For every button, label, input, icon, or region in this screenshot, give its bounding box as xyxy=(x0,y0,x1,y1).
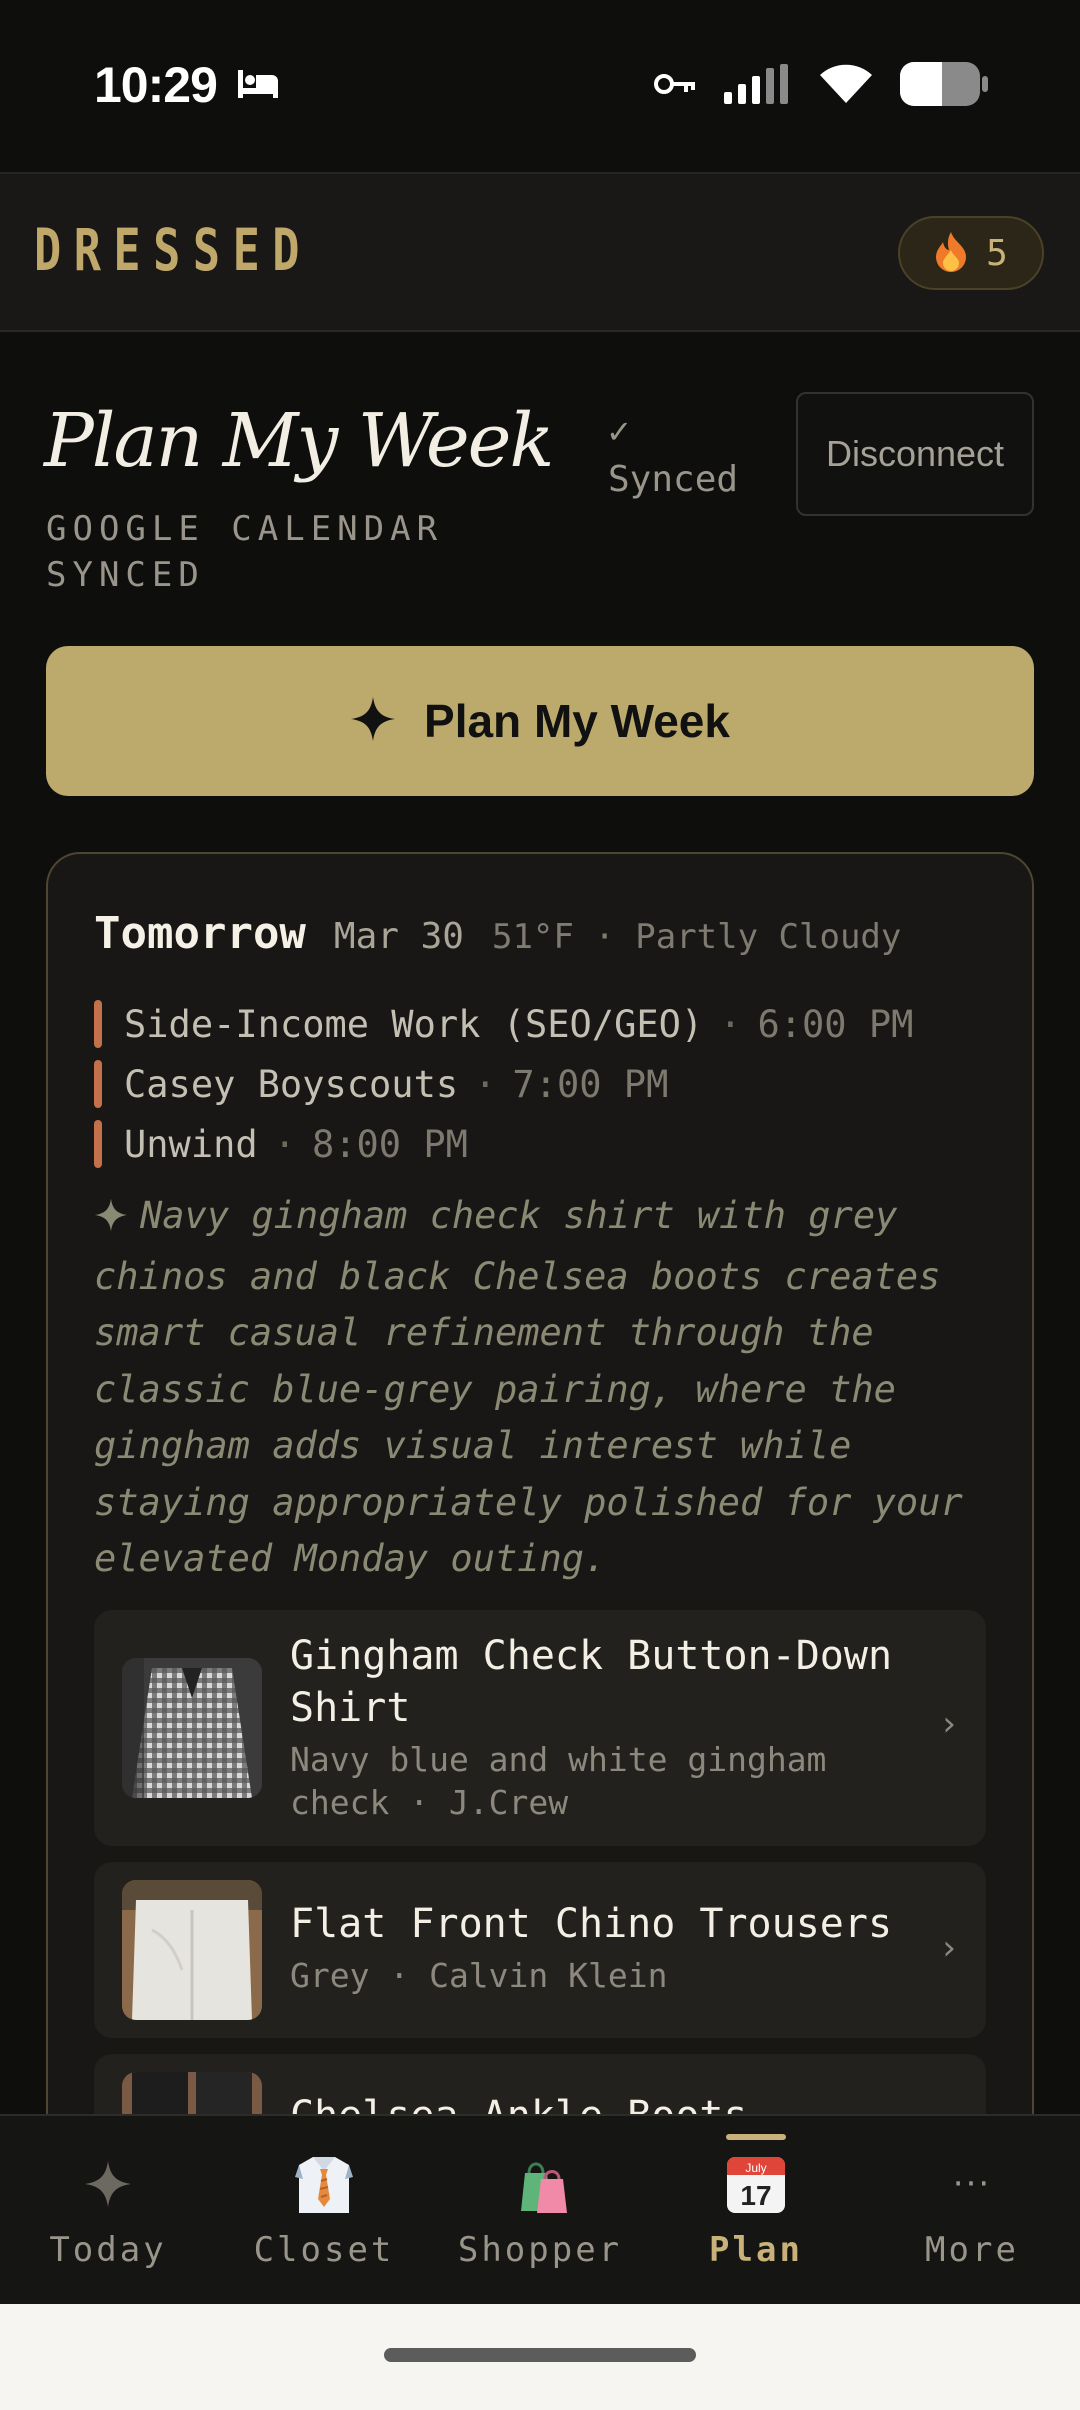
day-date: Mar 30 xyxy=(333,916,464,957)
bed-icon xyxy=(236,68,280,104)
event-title: Side-Income Work (SEO/GEO) xyxy=(124,1002,704,1046)
nav-today[interactable]: Today xyxy=(0,2116,216,2306)
item-meta: Grey · Calvin Klein xyxy=(290,1956,668,1995)
more-dots-icon: ··· xyxy=(952,2164,992,2204)
system-home-bar xyxy=(0,2304,1080,2410)
streak-badge[interactable]: 5 xyxy=(898,216,1044,290)
outfit-rationale: Navy gingham check shirt with grey chino… xyxy=(94,1188,994,1588)
calendar-status-subtitle: GOOGLE CALENDAR SYNCED xyxy=(46,509,444,595)
status-bar: 10:29 xyxy=(0,0,1080,172)
event-time: 7:00 PM xyxy=(512,1062,669,1106)
calendar-icon-month: July xyxy=(745,2161,766,2175)
outfit-item-shirt[interactable]: Gingham Check Button-Down Shirt Navy blu… xyxy=(94,1610,986,1846)
plan-my-week-button[interactable]: Plan My Week xyxy=(46,646,1034,796)
signal-icon xyxy=(722,64,792,108)
battery-icon xyxy=(900,62,988,110)
wifi-icon xyxy=(818,63,874,109)
event-list: Side-Income Work (SEO/GEO) · 6:00 PM Cas… xyxy=(94,994,913,1174)
page-title: Plan My Week xyxy=(44,398,554,484)
item-name: Gingham Check Button-Down Shirt xyxy=(290,1633,893,1731)
fire-icon xyxy=(934,230,968,276)
item-thumbnail xyxy=(122,1658,262,1798)
sparkle-icon xyxy=(350,696,396,746)
brand-logo: DRESSED xyxy=(34,216,313,284)
outfit-item-trousers[interactable]: Flat Front Chino Trousers Grey · Calvin … xyxy=(94,1862,986,2038)
key-icon xyxy=(654,71,696,101)
chevron-right-icon: › xyxy=(942,1928,956,1968)
nav-shopper[interactable]: Shopper xyxy=(432,2116,648,2306)
nav-label: More xyxy=(925,2230,1019,2270)
event-separator: · xyxy=(273,1122,296,1166)
event-title: Casey Boyscouts xyxy=(124,1062,459,1106)
calendar-event: Unwind · 8:00 PM xyxy=(94,1114,913,1174)
event-separator: · xyxy=(474,1062,497,1106)
status-time: 10:29 xyxy=(94,57,218,113)
nav-label: Closet xyxy=(253,2230,395,2270)
chevron-right-icon: › xyxy=(942,1704,956,1744)
app-header: DRESSED 5 xyxy=(0,172,1080,332)
plan-button-label: Plan My Week xyxy=(424,695,730,747)
calendar-icon-day: 17 xyxy=(740,2180,771,2211)
sparkle-icon xyxy=(84,2148,132,2220)
calendar-event: Side-Income Work (SEO/GEO) · 6:00 PM xyxy=(94,994,913,1054)
event-time: 8:00 PM xyxy=(311,1122,468,1166)
day-plan-card: Tomorrow Mar 30 51°F · Partly Cloudy Sid… xyxy=(46,852,1034,2152)
active-tab-indicator xyxy=(726,2134,786,2140)
sparkle-icon xyxy=(94,1192,128,1249)
shopping-bags-icon xyxy=(507,2148,573,2220)
day-label: Tomorrow xyxy=(94,908,306,959)
sync-status: ✓ Synced xyxy=(608,411,739,500)
day-card-header: Tomorrow Mar 30 51°F · Partly Cloudy xyxy=(94,908,901,959)
nav-plan[interactable]: July 17 Plan xyxy=(648,2116,864,2306)
shirt-tie-icon xyxy=(291,2148,357,2220)
nav-label: Shopper xyxy=(457,2230,623,2270)
item-thumbnail xyxy=(122,1880,262,2020)
nav-more[interactable]: ··· More xyxy=(864,2116,1080,2306)
calendar-event: Casey Boyscouts · 7:00 PM xyxy=(94,1054,913,1114)
streak-count: 5 xyxy=(986,232,1008,274)
event-separator: · xyxy=(719,1002,742,1046)
disconnect-button[interactable]: Disconnect xyxy=(796,392,1034,516)
rationale-text: Navy gingham check shirt with grey chino… xyxy=(94,1194,963,1580)
event-time: 6:00 PM xyxy=(757,1002,914,1046)
item-name: Flat Front Chino Trousers xyxy=(290,1901,893,1947)
event-title: Unwind xyxy=(124,1122,258,1166)
item-meta: Navy blue and white gingham check · J.Cr… xyxy=(290,1740,827,1822)
bottom-nav: Today Closet Shopper July 17 Plan ··· Mo… xyxy=(0,2114,1080,2304)
nav-closet[interactable]: Closet xyxy=(216,2116,432,2306)
nav-label: Today xyxy=(49,2230,167,2270)
weather-summary: 51°F · Partly Cloudy xyxy=(491,917,902,957)
nav-label: Plan xyxy=(709,2230,803,2270)
home-indicator[interactable] xyxy=(384,2348,696,2362)
calendar-icon: July 17 xyxy=(723,2148,789,2220)
